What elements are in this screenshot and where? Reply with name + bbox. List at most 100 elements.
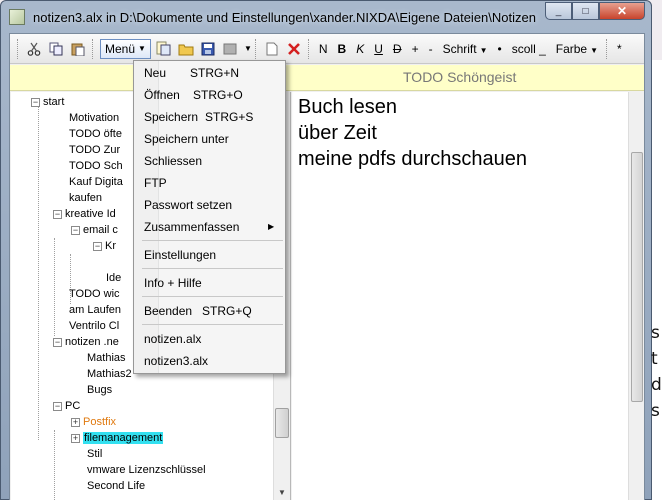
paste-icon[interactable]: [67, 38, 89, 60]
collapse-icon[interactable]: −: [31, 98, 40, 107]
collapse-icon[interactable]: −: [53, 402, 62, 411]
tree-item[interactable]: TODO Sch: [69, 158, 123, 174]
gray-box-icon[interactable]: [219, 38, 241, 60]
bullet-button[interactable]: •: [493, 42, 507, 56]
menu-item-ftp[interactable]: FTP: [135, 172, 285, 194]
minimize-button[interactable]: _: [545, 2, 572, 20]
menu-item-zusammenfassen[interactable]: Zusammenfassen ▶: [135, 216, 285, 238]
menu-item-recent-file[interactable]: notizen.alx: [135, 328, 285, 350]
tree-item[interactable]: Ide: [106, 270, 121, 286]
strikethrough-button[interactable]: D: [388, 42, 407, 56]
scroll-down-icon[interactable]: ▼: [275, 486, 289, 500]
tree-item[interactable]: − start: [31, 94, 64, 110]
tree-item[interactable]: Kauf Digita: [69, 174, 123, 190]
menu-item-neu[interactable]: Neu STRG+N: [135, 62, 285, 84]
menu-item-passwort-setzen[interactable]: Passwort setzen: [135, 194, 285, 216]
tree-item[interactable]: − kreative Id: [53, 206, 116, 222]
menu-item-schliessen[interactable]: Schliessen: [135, 150, 285, 172]
tree-item[interactable]: − email c: [71, 222, 118, 238]
normal-text-button[interactable]: N: [314, 42, 333, 56]
editor-scrollbar-thumb[interactable]: [631, 152, 643, 402]
title-bar[interactable]: notizen3.alx in D:\Dokumente und Einstel…: [1, 1, 651, 33]
star-button[interactable]: *: [612, 42, 627, 56]
toolbar-grip[interactable]: [254, 38, 258, 59]
tree-item-label: filemanagement: [83, 432, 164, 444]
toolbar: Menü ▼ ▼ N B K U D + - Schrift ▼ • scoll…: [10, 34, 644, 64]
tree-item-label: vmware Lizenzschlüssel: [87, 464, 206, 476]
tree-scrollbar-thumb[interactable]: [275, 408, 289, 438]
tree-item[interactable]: − notizen .ne: [53, 334, 119, 350]
delete-icon[interactable]: [283, 38, 305, 60]
bold-button[interactable]: B: [333, 42, 352, 56]
new-note-icon[interactable]: [153, 38, 175, 60]
toolbar-grip[interactable]: [17, 38, 20, 59]
chevron-down-icon: ▼: [590, 45, 599, 55]
app-window: notizen3.alx in D:\Dokumente und Einstel…: [0, 0, 652, 500]
tree-item-label: Mathias2: [87, 368, 132, 380]
tree-item[interactable]: vmware Lizenzschlüssel: [87, 462, 206, 478]
chevron-down-icon[interactable]: ▼: [244, 44, 252, 53]
color-dropdown[interactable]: Farbe ▼: [551, 42, 603, 56]
menu-button[interactable]: Menü ▼: [100, 38, 151, 59]
menu-item-info-hilfe[interactable]: Info + Hilfe: [135, 272, 285, 294]
menu-item-oeffnen[interactable]: Öffnen STRG+O: [135, 84, 285, 106]
tree-item-label: Second Life: [87, 480, 146, 492]
scroll-button[interactable]: scoll _: [507, 42, 551, 56]
chevron-down-icon: ▼: [479, 45, 488, 55]
font-size-increase-button[interactable]: +: [407, 42, 424, 56]
blank-page-icon[interactable]: [261, 38, 283, 60]
tree-item-label: start: [43, 96, 65, 108]
tree-item[interactable]: Bugs: [87, 382, 112, 398]
menu-item-label: Zusammenfassen: [144, 220, 240, 234]
font-dropdown[interactable]: Schrift ▼: [438, 42, 493, 56]
menu-item-speichern-unter[interactable]: Speichern unter: [135, 128, 285, 150]
cut-icon[interactable]: [23, 38, 45, 60]
underline-button[interactable]: U: [369, 42, 388, 56]
tree-item[interactable]: kaufen: [69, 190, 102, 206]
save-icon[interactable]: [197, 38, 219, 60]
toolbar-grip[interactable]: [606, 38, 609, 59]
menu-item-recent-file[interactable]: notizen3.alx: [135, 350, 285, 372]
open-folder-icon[interactable]: [175, 38, 197, 60]
menu-item-beenden[interactable]: Beenden STRG+Q: [135, 300, 285, 322]
collapse-icon[interactable]: −: [93, 242, 102, 251]
tree-item[interactable]: Ventrilo Cl: [69, 318, 119, 334]
font-size-decrease-button[interactable]: -: [424, 42, 438, 56]
toolbar-grip[interactable]: [92, 38, 95, 59]
tree-item-label: Stil: [87, 448, 103, 460]
tree-item[interactable]: Mathias2: [87, 366, 132, 382]
expand-icon[interactable]: +: [71, 418, 80, 427]
tree-item[interactable]: Motivation: [69, 110, 119, 126]
tree-guide-line: [38, 102, 39, 440]
tree-item[interactable]: − Kr: [93, 238, 116, 254]
close-button[interactable]: ✕: [599, 2, 645, 20]
tree-item[interactable]: TODO öfte: [69, 126, 122, 142]
menu-item-label: Öffnen: [144, 88, 180, 102]
collapse-icon[interactable]: −: [53, 210, 62, 219]
expand-icon[interactable]: +: [71, 434, 80, 443]
menu-item-speichern[interactable]: Speichern STRG+S: [135, 106, 285, 128]
copy-icon[interactable]: [45, 38, 67, 60]
tree-item-selected[interactable]: + filemanagement: [71, 430, 164, 446]
tree-item[interactable]: Stil: [87, 446, 102, 462]
menu-item-einstellungen[interactable]: Einstellungen: [135, 244, 285, 266]
tree-item[interactable]: am Laufen: [69, 302, 121, 318]
toolbar-grip[interactable]: [307, 38, 311, 59]
collapse-icon[interactable]: −: [53, 338, 62, 347]
menu-item-label: Speichern: [144, 110, 199, 124]
tree-item-label: Kauf Digita: [69, 176, 123, 188]
italic-button[interactable]: K: [351, 42, 369, 56]
tree-item[interactable]: TODO wic: [69, 286, 120, 302]
tree-item-label: kreative Id: [65, 208, 116, 220]
note-editor[interactable]: Buch lesen über Zeit meine pdfs durchsch…: [292, 92, 628, 500]
maximize-button[interactable]: □: [572, 2, 599, 20]
tree-item[interactable]: TODO Zur: [69, 142, 120, 158]
tree-item[interactable]: Mathias: [87, 350, 126, 366]
submenu-arrow-icon: ▶: [268, 222, 275, 231]
collapse-icon[interactable]: −: [71, 226, 80, 235]
editor-scrollbar[interactable]: [628, 92, 644, 500]
tree-guide-line: [54, 430, 55, 500]
tree-item[interactable]: Second Life: [87, 478, 145, 494]
tree-item[interactable]: + Postfix: [71, 414, 116, 430]
tree-item[interactable]: − PC: [53, 398, 80, 414]
